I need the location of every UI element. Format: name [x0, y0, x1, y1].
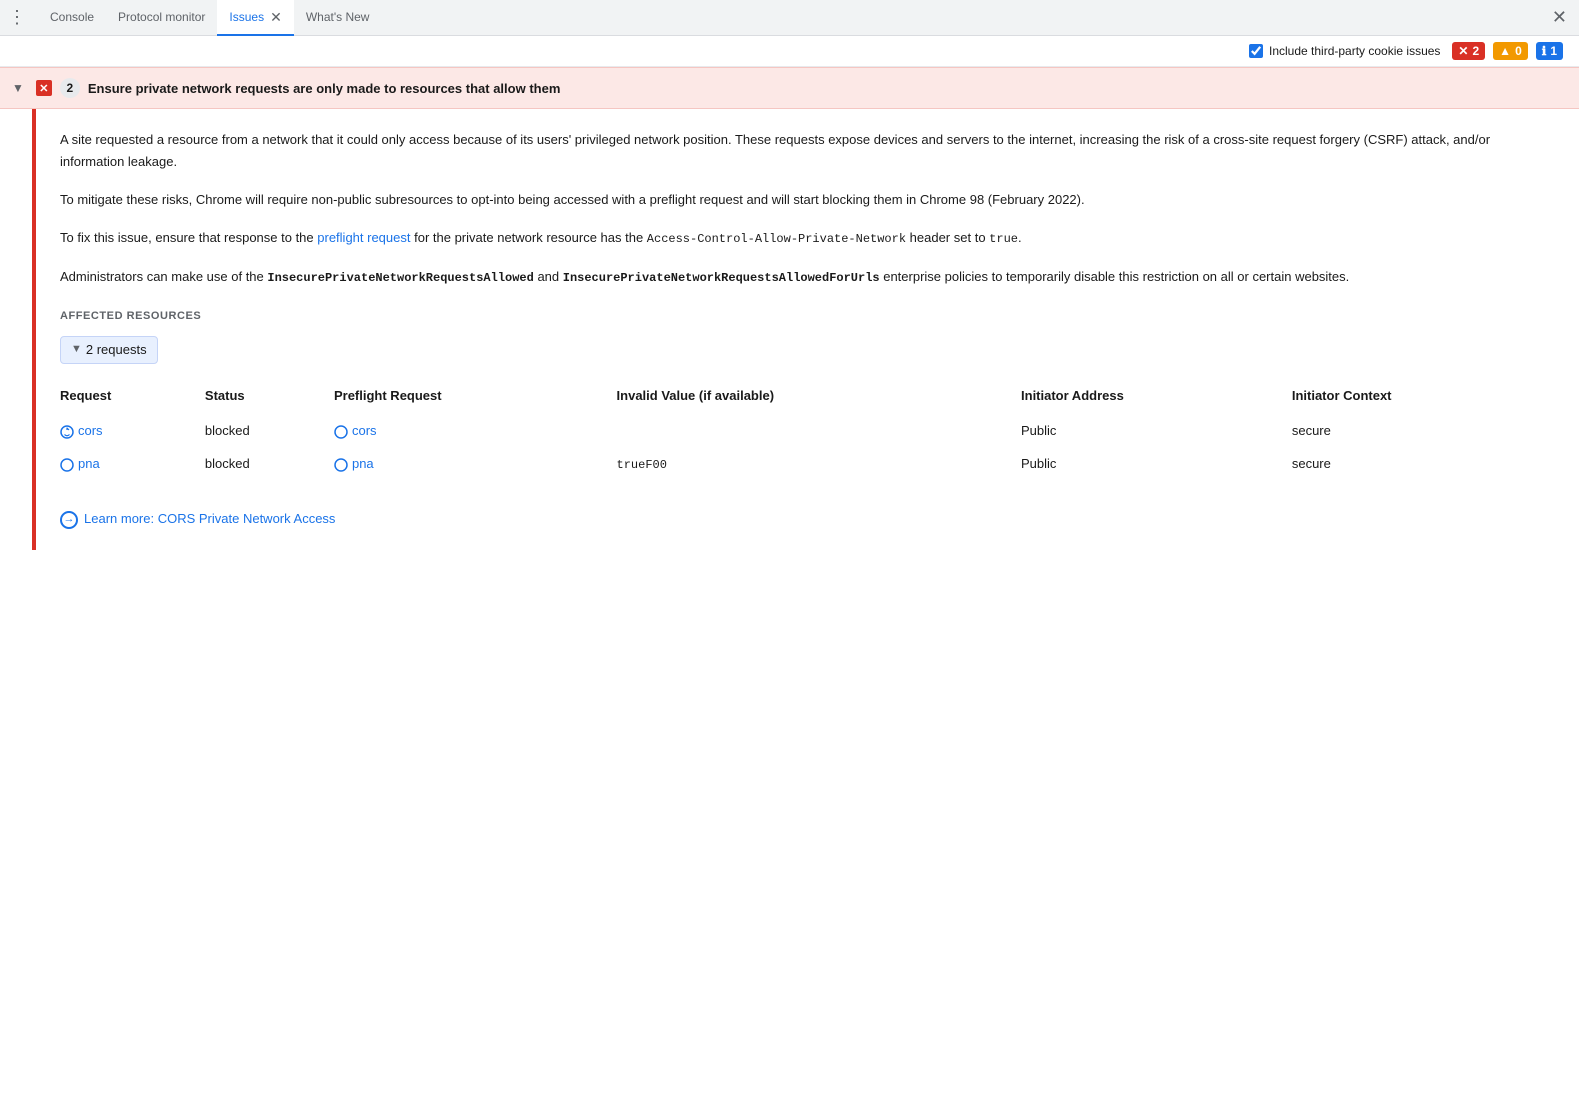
row-2-initiator-context: secure [1292, 448, 1555, 481]
tab-bar: ⋮ Console Protocol monitor Issues ✕ What… [0, 0, 1579, 36]
tab-protocol-monitor-label: Protocol monitor [118, 10, 205, 24]
reload-icon-4 [334, 458, 348, 472]
expand-arrow-icon: ▼ [12, 81, 24, 95]
col-header-initiator-context: Initiator Context [1292, 382, 1555, 415]
arrow-circle-icon: → [60, 511, 78, 529]
third-party-cookie-checkbox-label[interactable]: Include third-party cookie issues [1249, 44, 1440, 58]
window-close-icon[interactable]: ✕ [1548, 3, 1571, 32]
row-2-request: pna [60, 448, 205, 481]
col-header-request: Request [60, 382, 205, 415]
tab-whats-new-label: What's New [306, 10, 370, 24]
tab-console-label: Console [50, 10, 94, 24]
row-1-invalid-value [617, 415, 1021, 448]
row-2-invalid-value-code: trueF00 [617, 458, 667, 472]
col-header-initiator-address: Initiator Address [1021, 382, 1292, 415]
row-1-initiator-context: secure [1292, 415, 1555, 448]
reload-icon [60, 425, 74, 439]
issue-title: Ensure private network requests are only… [88, 81, 560, 96]
issue-error-icon: ✕ [36, 80, 52, 96]
requests-toggle-arrow-icon: ▼ [71, 341, 82, 359]
issue-header[interactable]: ▼ ✕ 2 Ensure private network requests ar… [0, 67, 1579, 109]
col-header-preflight: Preflight Request [334, 382, 617, 415]
row-1-preflight: cors [334, 415, 617, 448]
table-row: pna blocked pna [60, 448, 1555, 481]
row-2-status: blocked [205, 448, 334, 481]
info-icon: ℹ [1542, 44, 1547, 58]
reload-icon-3 [60, 458, 74, 472]
row-1-request-link[interactable]: cors [60, 421, 197, 442]
table-row: cors blocked cors [60, 415, 1555, 448]
learn-more-link[interactable]: Learn more: CORS Private Network Access [84, 509, 335, 530]
requests-toggle[interactable]: ▼ 2 requests [60, 336, 158, 365]
issues-panel: ▼ ✕ 2 Ensure private network requests ar… [0, 67, 1579, 1098]
row-2-preflight-link[interactable]: pna [334, 454, 609, 475]
warning-icon: ▲ [1499, 44, 1511, 58]
reload-icon-2 [334, 425, 348, 439]
requests-table: Request Status Preflight Request Invalid… [60, 382, 1555, 481]
tab-issues[interactable]: Issues ✕ [217, 0, 293, 36]
issue-badges: ✕ 2 ▲ 0 ℹ 1 [1452, 42, 1563, 60]
affected-resources-label: AFFECTED RESOURCES [60, 308, 1555, 326]
tab-whats-new[interactable]: What's New [294, 0, 382, 36]
requests-toggle-label: 2 requests [86, 340, 147, 361]
row-2-preflight: pna [334, 448, 617, 481]
error-count: 2 [1472, 44, 1479, 58]
row-2-invalid-value: trueF00 [617, 448, 1021, 481]
issue-content: A site requested a resource from a netwo… [36, 109, 1579, 550]
access-control-header-code: Access-Control-Allow-Private-Network [647, 232, 906, 246]
row-1-initiator-address: Public [1021, 415, 1292, 448]
tab-issues-close-icon[interactable]: ✕ [270, 10, 282, 24]
warning-badge: ▲ 0 [1493, 42, 1528, 60]
error-icon: ✕ [1458, 44, 1468, 58]
third-party-cookie-checkbox[interactable] [1249, 44, 1263, 58]
preflight-request-link[interactable]: preflight request [317, 230, 410, 245]
row-1-preflight-link[interactable]: cors [334, 421, 609, 442]
learn-more-row: → Learn more: CORS Private Network Acces… [60, 509, 1555, 530]
error-badge: ✕ 2 [1452, 42, 1485, 60]
issue-body: A site requested a resource from a netwo… [0, 109, 1579, 550]
insecure-policy-1-code: InsecurePrivateNetworkRequestsAllowed [267, 271, 533, 285]
row-1-request: cors [60, 415, 205, 448]
issue-paragraph-1: A site requested a resource from a netwo… [60, 129, 1555, 173]
row-2-request-link[interactable]: pna [60, 454, 197, 475]
third-party-cookie-label: Include third-party cookie issues [1269, 44, 1440, 58]
tab-console[interactable]: Console [38, 0, 106, 36]
info-badge: ℹ 1 [1536, 42, 1563, 60]
issue-paragraph-4: Administrators can make use of the Insec… [60, 266, 1555, 288]
true-value-code: true [989, 232, 1018, 246]
row-1-status: blocked [205, 415, 334, 448]
col-header-status: Status [205, 382, 334, 415]
issue-paragraph-3: To fix this issue, ensure that response … [60, 227, 1555, 249]
warning-count: 0 [1515, 44, 1522, 58]
devtools-menu-icon[interactable]: ⋮ [8, 7, 26, 28]
tab-protocol-monitor[interactable]: Protocol monitor [106, 0, 217, 36]
issue-count-badge: 2 [60, 78, 80, 98]
issue-paragraph-2: To mitigate these risks, Chrome will req… [60, 189, 1555, 211]
affected-resources-section: AFFECTED RESOURCES ▼ 2 requests Request … [60, 308, 1555, 481]
row-2-initiator-address: Public [1021, 448, 1292, 481]
info-count: 1 [1550, 44, 1557, 58]
col-header-invalid-value: Invalid Value (if available) [617, 382, 1021, 415]
toolbar: Include third-party cookie issues ✕ 2 ▲ … [0, 36, 1579, 67]
tab-issues-label: Issues [229, 10, 264, 24]
insecure-policy-2-code: InsecurePrivateNetworkRequestsAllowedFor… [563, 271, 880, 285]
